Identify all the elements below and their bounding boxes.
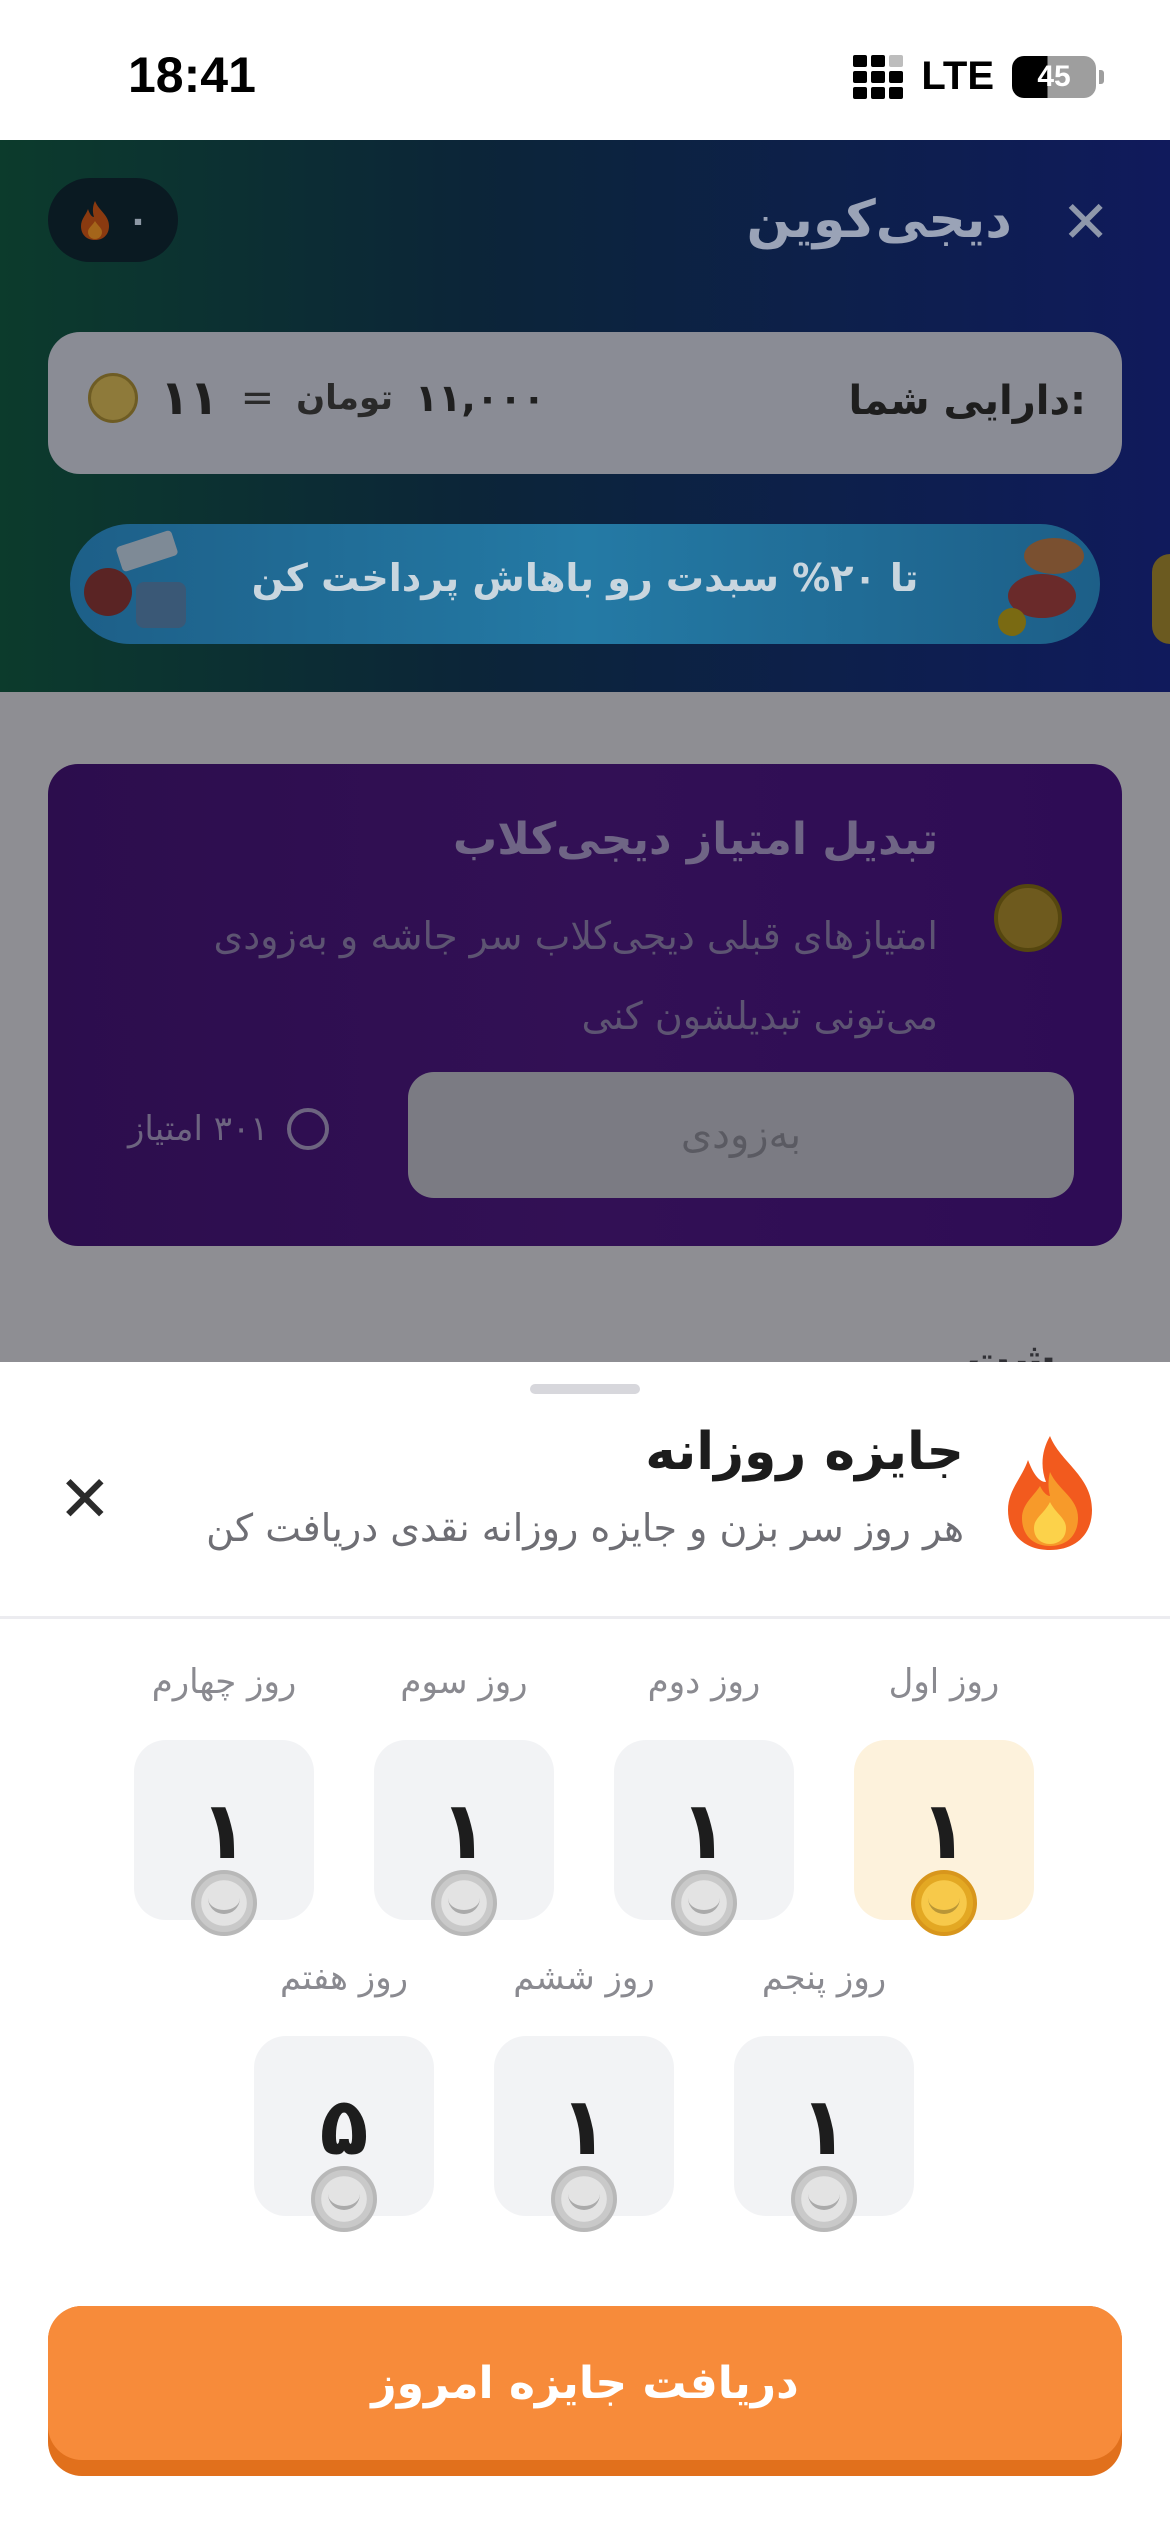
digicoin-header: ۰ دیجی‌کوین ✕ دارایی شما: ۱۱ = تومان ۱۱,… [0,140,1170,692]
close-icon[interactable]: ✕ [1061,188,1110,256]
page-content: تبدیل امتیاز دیجی‌کلاب امتیازهای قبلی دی… [0,692,1170,1385]
points-icon [286,1108,329,1150]
coin-icon [431,1870,497,1936]
assets-card: دارایی شما: ۱۱ = تومان ۱۱,۰۰۰ [48,332,1122,474]
status-bar: 18:41 LTE 45 [0,0,1170,140]
streak-pill[interactable]: ۰ [48,178,178,262]
coin-balance: ۱۱ [160,370,219,426]
toman-unit: تومان [296,378,394,418]
network-label: LTE [921,54,994,98]
assets-value: ۱۱ = تومان ۱۱,۰۰۰ [88,370,545,426]
day-label: روز اول [888,1662,1000,1702]
digiclub-convert-card: تبدیل امتیاز دیجی‌کلاب امتیازهای قبلی دی… [48,764,1122,1246]
promo-banner[interactable]: تا ۲۰% سبدت رو باهاش پرداخت کن [70,524,1100,644]
fire-icon [1008,1436,1092,1550]
close-icon[interactable]: ✕ [58,1468,112,1532]
status-indicators: LTE 45 [853,54,1104,99]
coin-icon [191,1870,257,1936]
reward-day-6: روز ششم ۱ [494,1958,674,2232]
reward-day-1: روز اول ۱ [854,1662,1034,1936]
day-label: روز چهارم [151,1662,297,1702]
coin-icon [911,1870,977,1936]
page-title: دیجی‌کوین [746,190,1012,250]
coin-icon [311,2166,377,2232]
coin-icon [551,2166,617,2232]
streak-count: ۰ [127,199,149,241]
reward-day-3: روز سوم ۱ [374,1662,554,1936]
convert-description: امتیازهای قبلی دیجی‌کلاب سر جاشه و به‌زو… [213,914,939,1038]
day-label: روز سوم [400,1662,528,1702]
reward-day-4: روز چهارم ۱ [134,1662,314,1936]
toman-value: ۱۱,۰۰۰ [415,376,546,420]
divider [0,1616,1170,1619]
reward-day-7: روز هفتم ۵ [254,1958,434,2232]
sheet-subtitle: هر روز سر بزن و جایزه روزانه نقدی دریافت… [206,1506,964,1550]
reward-day-2: روز دوم ۱ [614,1662,794,1936]
day-label: روز دوم [647,1662,761,1702]
convert-title: تبدیل امتیاز دیجی‌کلاب [453,814,938,865]
daily-reward-sheet: ✕ جایزه روزانه هر روز سر بزن و جایزه روز… [0,1362,1170,2532]
day-label: روز پنجم [761,1958,887,1998]
assets-label: دارایی شما: [848,378,1086,424]
groceries-illustration-icon [998,538,1084,636]
points-value: ۳۰۱ امتیاز [128,1109,269,1149]
sheet-title: جایزه روزانه [645,1422,964,1482]
equals-sign: = [240,375,275,421]
soon-button[interactable]: به‌زودی [408,1072,1074,1198]
day-label: روز ششم [513,1958,655,1998]
digiclub-points: ۳۰۱ امتیاز [128,1108,329,1150]
claim-reward-label: دریافت جایزه امروز [48,2306,1122,2460]
sheet-grabber[interactable] [530,1384,640,1394]
battery-icon: 45 [1012,55,1104,98]
status-time: 18:41 [128,47,256,103]
reward-day-5: روز پنجم ۱ [734,1958,914,2232]
coin-icon [88,373,138,423]
coin-icon [994,884,1062,952]
battery-level: 45 [1037,59,1071,93]
coin-icon [1152,554,1170,644]
promo-banner-text: تا ۲۰% سبدت رو باهاش پرداخت کن [251,556,919,600]
claim-reward-button[interactable]: دریافت جایزه امروز [48,2306,1122,2476]
fire-icon [81,201,109,240]
day-label: روز هفتم [279,1958,409,1998]
coin-icon [671,1870,737,1936]
signal-icon [853,54,904,99]
coin-icon [791,2166,857,2232]
